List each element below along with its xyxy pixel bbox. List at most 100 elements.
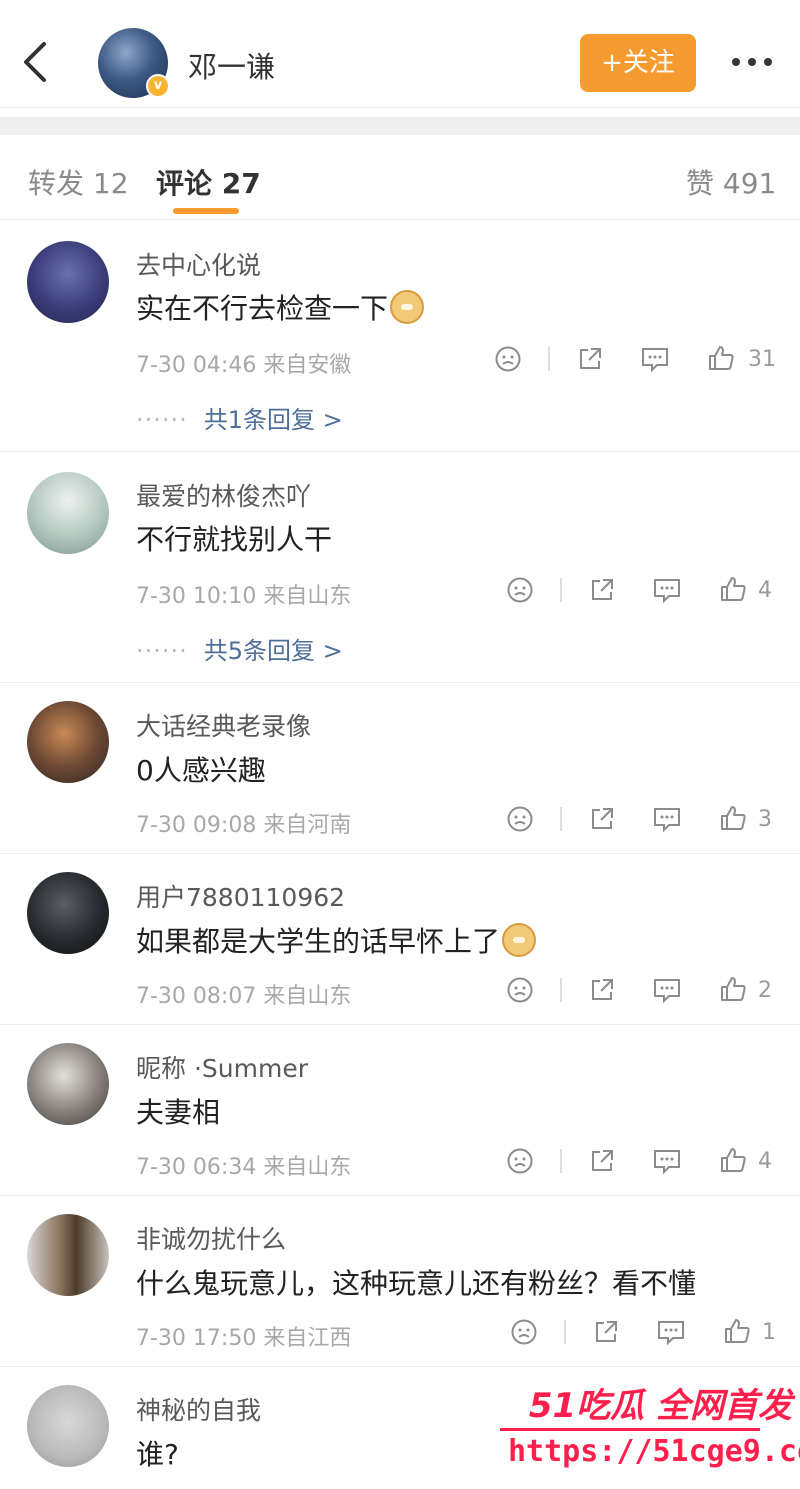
commenter-name[interactable]: 昵称 ·Summer (136, 1049, 308, 1085)
doge-emoji-icon (390, 290, 425, 324)
like-count: 1 (762, 1320, 776, 1345)
commenter-avatar[interactable] (27, 472, 109, 554)
like-icon[interactable] (706, 343, 736, 373)
top-bar: v 邓一谦 +关注 (0, 0, 800, 108)
comment-icon[interactable] (652, 576, 682, 604)
comment-item: 大话经典老录像 0人感兴趣 7-30 09:08 来自河南 3 (0, 683, 800, 854)
comment-time: 7-30 10:10 (136, 584, 257, 609)
back-icon[interactable] (20, 40, 50, 84)
comment-time: 7-30 09:08 (136, 813, 257, 838)
commenter-avatar[interactable] (27, 1385, 109, 1467)
doge-emoji-icon (502, 923, 537, 957)
like-count: 4 (758, 578, 772, 603)
watermark-brand: 51吃瓜 全网首发 (528, 1386, 792, 1426)
comment-text: 不行就找别人干 (136, 523, 333, 556)
view-replies-link[interactable]: ······ 共5条回复 > (136, 631, 343, 666)
commenter-name[interactable]: 去中心化说 (136, 246, 261, 282)
comment-text-content: 如果都是大学生的话早怀上了 (136, 925, 501, 958)
share-icon[interactable] (592, 1318, 620, 1346)
comment-meta: 7-30 06:34 来自山东 (136, 1149, 351, 1181)
share-icon[interactable] (588, 1147, 616, 1175)
comment-icon[interactable] (652, 1147, 682, 1175)
comment-meta: 7-30 17:50 来自江西 (136, 1320, 351, 1352)
view-replies-link[interactable]: ······ 共1条回复 > (136, 400, 343, 435)
like-count: 31 (748, 347, 776, 372)
like-count: 2 (758, 978, 772, 1003)
comment-icon[interactable] (652, 805, 682, 833)
dislike-icon[interactable] (506, 576, 534, 604)
dislike-icon[interactable] (494, 345, 522, 373)
comment-location: 来自安徽 (263, 353, 352, 378)
action-separator (564, 1320, 566, 1344)
commenter-name[interactable]: 最爱的林俊杰吖 (136, 477, 311, 513)
action-separator (560, 807, 562, 831)
watermark-line (500, 1428, 760, 1431)
comment-location: 来自河南 (263, 813, 352, 838)
action-separator (560, 1149, 562, 1173)
reply-label: 共1条回复 > (203, 406, 343, 434)
comment-item: 去中心化说 实在不行去检查一下 7-30 04:46 来自安徽 31 ·····… (0, 221, 800, 452)
commenter-avatar[interactable] (27, 1043, 109, 1125)
like-count: 4 (758, 1149, 772, 1174)
share-icon[interactable] (588, 976, 616, 1004)
comment-location: 来自山东 (263, 984, 352, 1009)
commenter-name[interactable]: 用户7880110962 (136, 878, 345, 914)
comment-text: 实在不行去检查一下 (136, 287, 425, 327)
action-separator (548, 347, 550, 371)
dislike-icon[interactable] (506, 976, 534, 1004)
more-icon[interactable] (730, 52, 774, 72)
tab-likes[interactable]: 赞 491 (686, 162, 776, 202)
comment-icon[interactable] (640, 345, 670, 373)
follow-button[interactable]: +关注 (580, 34, 696, 92)
comment-text: 什么鬼玩意儿，这种玩意儿还有粉丝？看不懂 (136, 1267, 697, 1300)
commenter-avatar[interactable] (27, 872, 109, 954)
like-icon[interactable] (722, 1316, 752, 1346)
share-icon[interactable] (588, 576, 616, 604)
comment-text: 如果都是大学生的话早怀上了 (136, 920, 537, 960)
commenter-name[interactable]: 大话经典老录像 (136, 707, 311, 743)
commenter-avatar[interactable] (27, 1214, 109, 1296)
comment-icon[interactable] (652, 976, 682, 1004)
like-icon[interactable] (718, 574, 748, 604)
watermark: 51吃瓜 全网首发 https://51cge9.com (498, 1376, 800, 1484)
tab-comments[interactable]: 评论 27 (156, 162, 261, 202)
like-count: 3 (758, 807, 772, 832)
commenter-avatar[interactable] (27, 701, 109, 783)
comment-text: 0人感兴趣 (136, 754, 266, 787)
comment-time: 7-30 04:46 (136, 353, 257, 378)
action-separator (560, 978, 562, 1002)
commenter-name[interactable]: 神秘的自我 (136, 1391, 261, 1427)
comment-location: 来自江西 (263, 1326, 352, 1351)
like-icon[interactable] (718, 974, 748, 1004)
reply-label: 共5条回复 > (203, 637, 343, 665)
author-avatar[interactable]: v (98, 28, 170, 98)
commenter-avatar[interactable] (27, 241, 109, 323)
comment-item: 非诚勿扰什么 什么鬼玩意儿，这种玩意儿还有粉丝？看不懂 7-30 17:50 来… (0, 1196, 800, 1367)
action-separator (560, 578, 562, 602)
watermark-url: https://51cge9.com (508, 1434, 800, 1469)
tab-repost[interactable]: 转发 12 (28, 162, 129, 202)
dislike-icon[interactable] (510, 1318, 538, 1346)
like-icon[interactable] (718, 1145, 748, 1175)
reply-dots: ······ (136, 406, 188, 434)
comment-icon[interactable] (656, 1318, 686, 1346)
comment-time: 7-30 17:50 (136, 1326, 257, 1351)
share-icon[interactable] (576, 345, 604, 373)
comment-location: 来自山东 (263, 584, 352, 609)
comment-item: 最爱的林俊杰吖 不行就找别人干 7-30 10:10 来自山东 4 ······… (0, 452, 800, 683)
share-icon[interactable] (588, 805, 616, 833)
comment-text-content: 实在不行去检查一下 (136, 292, 389, 325)
dislike-icon[interactable] (506, 1147, 534, 1175)
dislike-icon[interactable] (506, 805, 534, 833)
comment-text: 夫妻相 (136, 1096, 221, 1129)
tab-active-indicator (173, 208, 239, 214)
comment-meta: 7-30 04:46 来自安徽 (136, 347, 351, 379)
author-name[interactable]: 邓一谦 (188, 44, 275, 86)
comment-meta: 7-30 10:10 来自山东 (136, 578, 351, 610)
tab-bar: 转发 12 评论 27 赞 491 (0, 136, 800, 220)
section-divider (0, 117, 800, 135)
comment-meta: 7-30 08:07 来自山东 (136, 978, 351, 1010)
comment-item: 用户7880110962 如果都是大学生的话早怀上了 7-30 08:07 来自… (0, 854, 800, 1025)
like-icon[interactable] (718, 803, 748, 833)
commenter-name[interactable]: 非诚勿扰什么 (136, 1220, 286, 1256)
